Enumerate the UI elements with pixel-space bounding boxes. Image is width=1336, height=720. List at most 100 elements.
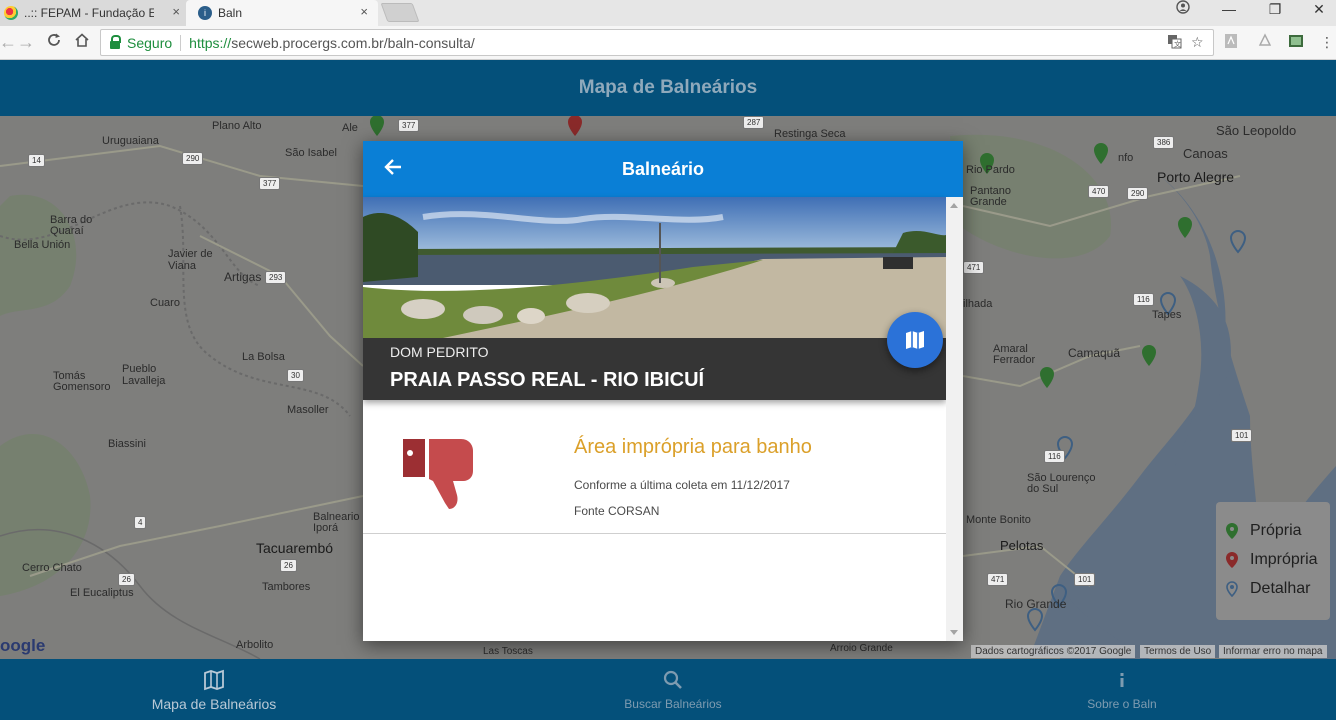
tab-close-icon[interactable]: ×: [360, 4, 368, 19]
blue-marker-icon: [1226, 580, 1238, 597]
nav-sobre[interactable]: Sobre o Baln: [1060, 659, 1184, 720]
legend-label: Própria: [1250, 521, 1302, 539]
baln-favicon-icon: i: [198, 6, 212, 20]
reload-icon[interactable]: [42, 31, 66, 55]
legend-label: Detalhar: [1250, 579, 1311, 597]
info-icon: [1120, 673, 1124, 687]
green-marker-icon: [1226, 522, 1238, 539]
map-label: Balneario Iporá: [313, 511, 360, 534]
map-label: Pantano Grande: [970, 185, 1011, 208]
map-icon: [204, 669, 224, 691]
map-label: El Eucaliptus: [70, 587, 134, 599]
google-logo: oogle: [0, 636, 46, 655]
legend-item-detalhar: Detalhar: [1226, 574, 1330, 603]
tab-title: Baln: [218, 6, 243, 20]
home-icon[interactable]: [70, 31, 94, 55]
url-protocol: https://: [189, 34, 232, 51]
legend-item-impropria: Imprópria: [1226, 545, 1330, 574]
close-window-button[interactable]: ✕: [1296, 0, 1336, 22]
browser-tab-strip: ..:: FEPAM - Fundação Est × i Baln × — ❐…: [0, 0, 1336, 26]
beach-detail-dialog: Balneário DOM PEDRITO PRAIA PASSO REAL -…: [363, 141, 963, 641]
browser-toolbar: ← → Seguro https:// secweb.procergs.com.…: [0, 26, 1336, 60]
fepam-favicon-icon: [4, 6, 18, 20]
road-shield: 290: [182, 152, 204, 165]
road-shield: 30: [287, 369, 304, 382]
nav-mapa[interactable]: Mapa de Balneários: [120, 659, 308, 720]
map-label: Tapes: [1152, 309, 1182, 321]
map-label: Masoller: [287, 404, 329, 416]
map-label: Las Toscas: [483, 646, 533, 657]
map-label: Cerro Chato: [22, 562, 82, 574]
dialog-scrollbar[interactable]: [946, 197, 963, 641]
road-shield: 471: [987, 573, 1009, 586]
map-label: Cuaro: [150, 297, 180, 309]
nav-label: Buscar Balneários: [624, 697, 722, 711]
map-label: Barra do Quaraí: [50, 214, 93, 237]
secure-label: Seguro: [127, 34, 173, 51]
beach-caption: DOM PEDRITO PRAIA PASSO REAL - RIO IBICU…: [363, 338, 946, 400]
scroll-down-icon[interactable]: [950, 630, 958, 635]
browser-tab-fepam[interactable]: ..:: FEPAM - Fundação Est ×: [0, 0, 190, 26]
map-label: Plano Alto: [212, 120, 262, 132]
legend-label: Imprópria: [1250, 550, 1318, 568]
nav-label: Mapa de Balneários: [151, 696, 277, 712]
dialog-header: Balneário: [363, 141, 963, 197]
profile-icon[interactable]: [1160, 0, 1206, 22]
lock-icon: [110, 34, 121, 49]
map-label: ilhada: [963, 298, 993, 310]
app-title: Mapa de Balneários: [578, 77, 758, 98]
address-bar[interactable]: Seguro https:// secweb.procergs.com.br/b…: [100, 29, 1214, 56]
dialog-title: Balneário: [621, 159, 705, 179]
map-label: Restinga Seca: [774, 128, 846, 140]
road-shield: 101: [1074, 573, 1096, 586]
road-shield: 377: [398, 119, 420, 132]
pdf-extension-icon[interactable]: [1222, 33, 1240, 51]
road-shield: 377: [259, 177, 281, 190]
map-label: Javier de Viana: [168, 248, 213, 272]
map-legend: Própria Imprópria Detalhar: [1216, 502, 1330, 620]
legend-item-propria: Própria: [1226, 516, 1330, 545]
menu-dots-icon[interactable]: ⋮: [1318, 33, 1336, 51]
map-attribution: Dados cartográficos ©2017 Google: [971, 645, 1136, 658]
map-label: Rio Grande: [1005, 597, 1067, 611]
map-label: Biassini: [108, 438, 146, 450]
map-label: Tambores: [262, 581, 311, 593]
map-label: nfo: [1118, 152, 1134, 164]
road-shield: 116: [1133, 293, 1154, 306]
nav-buscar[interactable]: Buscar Balneários: [590, 659, 756, 720]
new-tab-button[interactable]: [380, 3, 420, 22]
screenshot-extension-icon[interactable]: [1287, 33, 1305, 51]
map-label: Amaral Ferrador: [993, 343, 1036, 366]
tab-close-icon[interactable]: ×: [172, 4, 180, 19]
minimize-button[interactable]: —: [1206, 0, 1252, 22]
map-label: São Leopoldo: [1216, 123, 1297, 138]
water-quality-status: Área imprópria para banho Conforme a últ…: [363, 400, 946, 534]
map-label: São Isabel: [285, 147, 337, 159]
report-error-link[interactable]: Informar erro no mapa: [1219, 645, 1327, 658]
map-label: Tacuarembó: [256, 540, 334, 556]
extension-icon[interactable]: [1256, 33, 1274, 51]
road-shield: 386: [1153, 136, 1175, 149]
map-label: Ale: [342, 122, 358, 134]
road-shield: 470: [1088, 185, 1110, 198]
forward-nav-icon[interactable]: →: [14, 31, 38, 55]
scroll-up-icon[interactable]: [950, 203, 958, 208]
thumbs-down-icon: [403, 439, 473, 509]
map-label: São Lourenço do Sul: [1027, 472, 1096, 495]
road-shield: 287: [743, 116, 765, 129]
source-text: Fonte CORSAN: [574, 504, 660, 518]
app-header: Mapa de Balneários: [0, 60, 1336, 116]
show-on-map-button[interactable]: [887, 312, 943, 368]
road-shield: 4: [134, 516, 147, 529]
map-label: Monte Bonito: [966, 514, 1031, 526]
svg-text:文: 文: [1174, 40, 1181, 49]
restore-button[interactable]: ❐: [1252, 0, 1298, 22]
translate-icon[interactable]: 文: [1167, 34, 1182, 52]
back-arrow-icon[interactable]: [383, 157, 407, 181]
red-marker-icon: [1226, 551, 1238, 568]
terms-link[interactable]: Termos de Uso: [1140, 645, 1216, 658]
browser-tab-baln[interactable]: i Baln ×: [186, 0, 378, 26]
bookmark-star-icon[interactable]: ☆: [1191, 34, 1204, 51]
map-label: Arbolito: [236, 639, 274, 651]
map-label: Pueblo Lavalleja: [122, 363, 166, 387]
